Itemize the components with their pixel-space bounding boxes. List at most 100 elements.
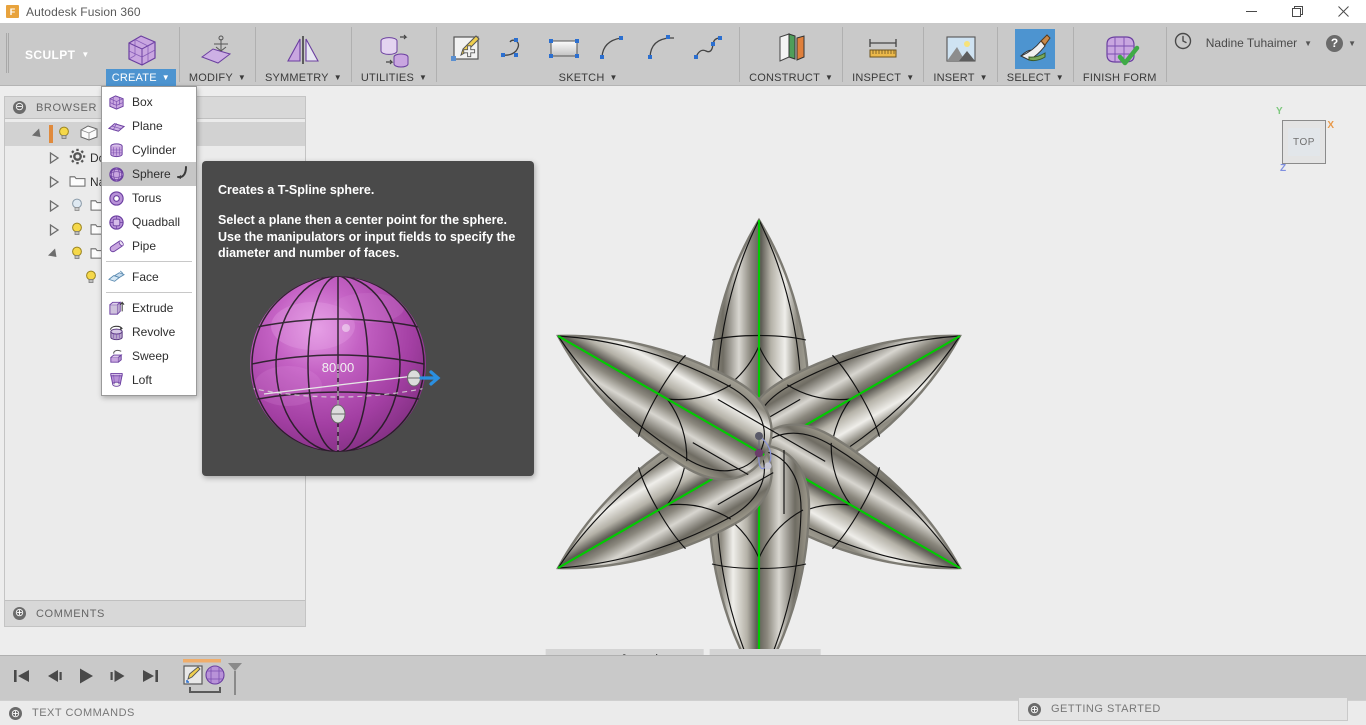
lightbulb-icon[interactable] [69,221,85,240]
cube-icon [78,124,100,145]
symmetry-mirror-icon [287,36,320,64]
menu-item-label: Torus [132,191,162,205]
tooltip-body: Select a plane then a center point for t… [218,213,516,260]
sketch-label[interactable]: SKETCH ▼ [440,69,736,86]
inspect-label[interactable]: INSPECT ▼ [846,69,920,86]
step-forward-button[interactable] [108,667,128,690]
autodesk-logo-icon: F [6,5,19,18]
text-commands-label[interactable]: TEXT COMMANDS [32,707,135,719]
sphere-icon [109,166,124,182]
help-menu[interactable]: ? ▼ [1326,34,1356,52]
ribbon-divider [350,27,352,82]
chevron-down-icon: ▼ [906,73,915,82]
rectangle-tool-button[interactable] [540,25,588,69]
lightbulb-icon[interactable] [56,125,72,144]
menu-item-cylinder[interactable]: Cylinder [102,138,196,162]
close-button[interactable] [1320,0,1366,23]
expand-icon[interactable]: ⊕ [9,706,22,720]
ribbon-divider [1165,27,1167,82]
expander-icon[interactable] [43,224,65,236]
go-to-end-button[interactable] [140,667,160,690]
symmetry-button[interactable] [279,25,327,69]
viewcube-face[interactable]: TOP [1282,120,1326,164]
symmetry-label[interactable]: SYMMETRY ▼ [259,69,348,86]
chevron-down-icon: ▼ [979,73,988,82]
insert-label[interactable]: INSERT ▼ [927,69,993,86]
construct-label-text: CONSTRUCT [749,71,820,84]
user-menu[interactable]: Nadine Tuhaimer ▼ [1206,36,1312,50]
spline-tool-button[interactable] [492,25,540,69]
window-controls [1228,0,1366,23]
lightbulb-icon[interactable] [83,269,99,288]
step-back-button[interactable] [44,667,64,690]
finish-form-button[interactable] [1096,25,1144,69]
menu-item-revolve[interactable]: Revolve [102,320,196,344]
maximize-button[interactable] [1274,0,1320,23]
expander-icon[interactable] [43,176,65,188]
collapse-icon[interactable]: ⊖ [13,101,26,114]
menu-item-torus[interactable]: Torus [102,186,196,210]
modify-button[interactable] [193,25,241,69]
menu-item-label: Pipe [132,239,157,253]
expand-icon[interactable]: ⊕ [1028,702,1041,716]
lightbulb-icon[interactable] [69,197,85,216]
go-to-beginning-button[interactable] [12,667,32,690]
expander-icon[interactable] [43,200,65,212]
step-forward-icon [110,669,125,682]
menu-item-label: Revolve [132,325,176,339]
step-back-icon [48,669,62,682]
chevron-down-icon: ▼ [825,73,834,82]
menu-item-label: Box [132,95,153,109]
minimize-button[interactable] [1228,0,1274,23]
sculpt-form-feature-icon [205,665,225,685]
ribbon-drag-handle[interactable] [6,33,9,73]
go-to-beginning-icon [14,669,29,682]
modify-label[interactable]: MODIFY ▼ [183,69,252,86]
menu-item-sphere[interactable]: Sphere [102,162,196,186]
construct-button[interactable] [767,25,815,69]
workspace-tab-sculpt[interactable]: SCULPT ▼ [13,23,106,86]
menu-item-pipe[interactable]: Pipe [102,234,196,258]
finish-form-label[interactable]: FINISH FORM [1077,69,1163,86]
arc-tool-button[interactable] [588,25,636,69]
select-button[interactable] [1011,25,1059,69]
create-label-text: CREATE [111,71,157,84]
modify-label-text: MODIFY [188,71,233,84]
menu-item-face[interactable]: Face [102,265,196,289]
expand-icon[interactable]: ⊕ [13,607,26,620]
menu-item-extrude[interactable]: Extrude [102,296,196,320]
insert-button[interactable] [937,25,985,69]
menu-item-box[interactable]: Box [102,90,196,114]
menu-item-label: Plane [132,119,163,133]
expander-icon[interactable] [27,127,49,141]
viewcube-axis-y: Y [1276,106,1283,117]
view-cube[interactable]: Y X Z TOP [1266,104,1338,176]
menu-item-label: Sweep [132,349,169,363]
help-icon: ? [1326,34,1344,52]
create-button[interactable] [117,25,165,69]
select-label[interactable]: SELECT ▼ [1001,69,1070,86]
play-button[interactable] [76,666,96,691]
menu-item-quadball[interactable]: Quadball [102,210,196,234]
utilities-button[interactable] [370,25,418,69]
spline-fit-tool-button[interactable] [684,25,732,69]
lightbulb-icon[interactable] [69,245,85,264]
menu-separator [106,261,192,262]
utilities-label[interactable]: UTILITIES ▼ [355,69,433,86]
arc2-tool-button[interactable] [636,25,684,69]
job-status-button[interactable] [1174,32,1192,55]
expander-icon[interactable] [43,152,65,164]
menu-item-loft[interactable]: Loft [102,368,196,392]
getting-started-panel[interactable]: ⊕ GETTING STARTED [1018,697,1348,721]
tooltip-preview-image: 80.00 [250,276,441,452]
create-label[interactable]: CREATE ▼ [105,69,176,86]
menu-item-label: Loft [132,373,153,387]
menu-item-sweep[interactable]: Sweep [102,344,196,368]
menu-item-plane[interactable]: Plane [102,114,196,138]
construct-label[interactable]: CONSTRUCT ▼ [743,69,839,86]
create-sketch-button[interactable] [444,25,492,69]
expander-icon[interactable] [43,247,65,261]
utilities-label-text: UTILITIES [360,71,415,84]
comments-bar[interactable]: ⊕ COMMENTS [5,600,305,626]
inspect-button[interactable] [859,25,907,69]
